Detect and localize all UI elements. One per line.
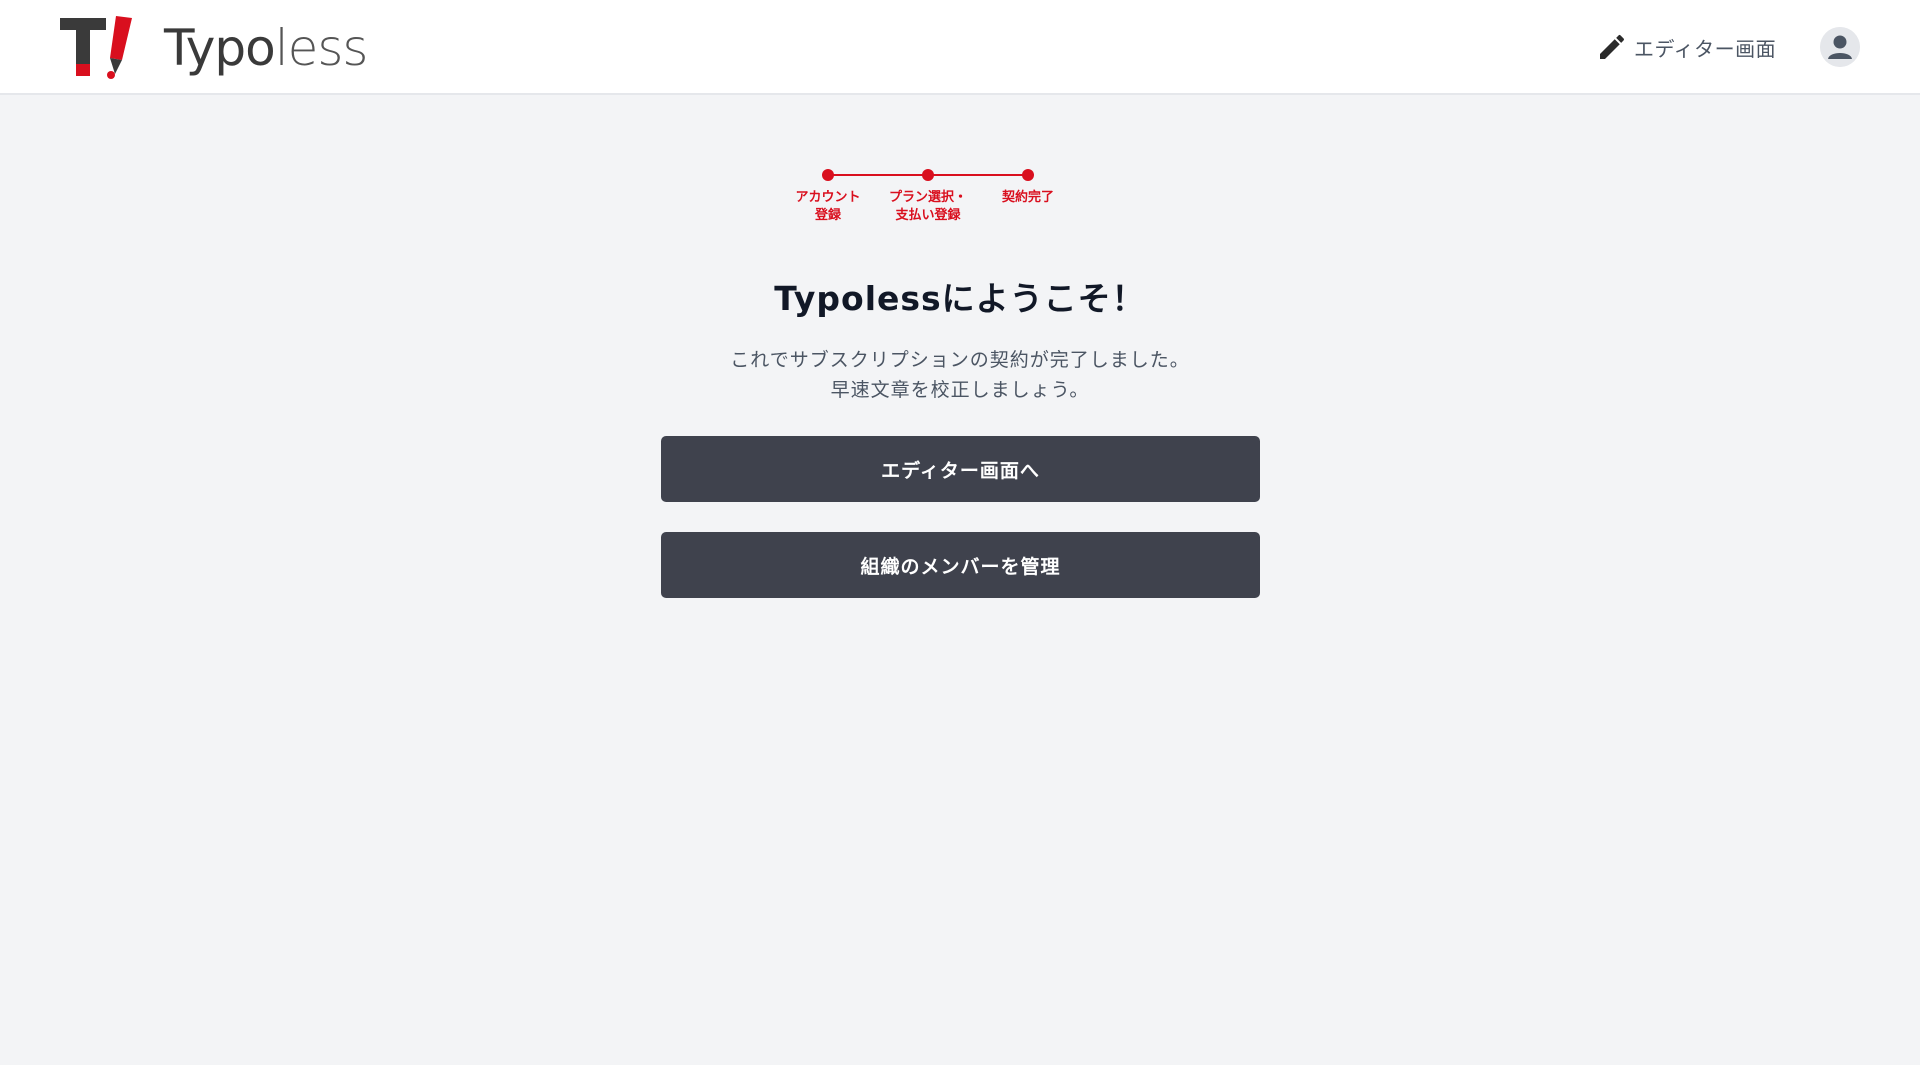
welcome-title: Typolessにようこそ！ [774, 279, 1146, 318]
step-label: 契約完了 [1001, 190, 1054, 205]
manage-members-button[interactable]: 組織のメンバーを管理 [661, 532, 1260, 598]
completion-message-line: 早速文章を校正しましょう。 [830, 379, 1090, 401]
go-to-editor-button[interactable]: エディター画面へ [661, 436, 1260, 502]
pencil-icon [1600, 34, 1625, 59]
user-icon [1820, 27, 1860, 67]
logo-wordmark: Typoless [164, 19, 368, 77]
step-label: プラン選択・ 支払い登録 [888, 190, 967, 223]
step-account-registration: アカウント 登録 [778, 164, 878, 225]
top-header: Typoless エディター画面 [0, 0, 1920, 95]
step-plan-payment: プラン選択・ 支払い登録 [878, 164, 978, 225]
completion-message-line: これでサブスクリプションの契約が完了しました。 [730, 349, 1190, 371]
step-contract-complete: 契約完了 [978, 164, 1078, 207]
editor-screen-link[interactable]: エディター画面 [1596, 28, 1776, 66]
logo-mark-icon [60, 16, 132, 79]
step-dot [822, 169, 834, 181]
user-avatar-button[interactable] [1820, 27, 1860, 67]
step-dot [1022, 169, 1034, 181]
signup-progress-stepper: アカウント 登録 プラン選択・ 支払い登録 契約完了 [778, 164, 1098, 234]
step-label: アカウント 登録 [795, 190, 861, 223]
step-dot [922, 169, 934, 181]
completion-message: これでサブスクリプションの契約が完了しました。 早速文章を校正しましょう。 [0, 345, 1920, 405]
typoless-logo[interactable]: Typoless [60, 14, 368, 82]
editor-screen-link-label: エディター画面 [1634, 36, 1777, 61]
